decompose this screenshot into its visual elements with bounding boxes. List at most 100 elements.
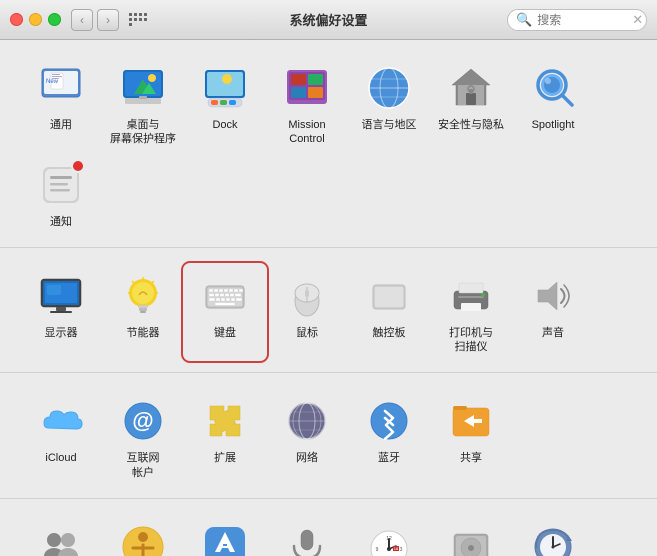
pref-item-sharing[interactable]: 共享 <box>430 389 512 486</box>
icloud-label: iCloud <box>45 451 76 465</box>
section-hardware: 显示器 <box>0 248 657 374</box>
mouse-icon <box>281 270 333 322</box>
minimize-button[interactable] <box>29 13 42 26</box>
svg-text:9: 9 <box>376 547 379 553</box>
printer-label: 打印机与扫描仪 <box>449 326 493 355</box>
pref-item-extensions[interactable]: 扩展 <box>184 389 266 486</box>
sharing-label: 共享 <box>460 451 482 465</box>
trackpad-label: 触控板 <box>373 326 406 340</box>
clear-search-icon[interactable]: ✕ <box>632 12 643 28</box>
window-title: 系统偏好设置 <box>289 10 367 29</box>
nav-buttons: ‹ › <box>71 9 119 31</box>
titlebar: ‹ › 系统偏好设置 🔍 ✕ <box>0 0 657 40</box>
pref-item-dictation[interactable]: 听写与语音 <box>266 515 348 556</box>
language-icon <box>363 62 415 114</box>
pref-item-keyboard[interactable]: 键盘 <box>184 264 266 361</box>
users-icon <box>35 521 87 556</box>
maximize-button[interactable] <box>48 13 61 26</box>
pref-item-users[interactable]: 用户与群组 <box>20 515 102 556</box>
preferences-content: New 通用 <box>0 40 657 556</box>
sound-icon <box>527 270 579 322</box>
parental-icon <box>117 521 169 556</box>
window-controls <box>10 13 61 26</box>
spotlight-label: Spotlight <box>532 118 575 132</box>
dock-icon <box>199 62 251 114</box>
network-icon <box>281 395 333 447</box>
pref-item-security[interactable]: 安全性与隐私 <box>430 56 512 153</box>
pref-item-icloud[interactable]: iCloud <box>20 389 102 486</box>
back-button[interactable]: ‹ <box>71 9 93 31</box>
display-label: 显示器 <box>45 326 78 340</box>
datetime-icon: 12 3 6 9 18 <box>363 521 415 556</box>
search-input[interactable] <box>537 13 627 27</box>
pref-item-timemachine[interactable]: Time Machine <box>512 515 594 556</box>
pref-item-energy[interactable]: 节能器 <box>102 264 184 361</box>
pref-item-internet-accounts[interactable]: @ 互联网帐户 <box>102 389 184 486</box>
pref-item-printer[interactable]: 打印机与扫描仪 <box>430 264 512 361</box>
notification-icon <box>35 159 87 211</box>
pref-item-bluetooth[interactable]: 蓝牙 <box>348 389 430 486</box>
desktop-label: 桌面与屏幕保护程序 <box>110 118 176 147</box>
trackpad-icon <box>363 270 415 322</box>
mouse-label: 鼠标 <box>296 326 318 340</box>
close-button[interactable] <box>10 13 23 26</box>
section-personal: New 通用 <box>0 40 657 248</box>
printer-icon <box>445 270 497 322</box>
grid-view-icon[interactable] <box>129 11 147 29</box>
internet-label: 互联网帐户 <box>127 451 160 480</box>
pref-item-display[interactable]: 显示器 <box>20 264 102 361</box>
pref-item-mouse[interactable]: 鼠标 <box>266 264 348 361</box>
sound-label: 声音 <box>542 326 564 340</box>
general-icon: New <box>35 62 87 114</box>
dock-label: Dock <box>212 118 237 132</box>
security-icon <box>445 62 497 114</box>
bluetooth-label: 蓝牙 <box>378 451 400 465</box>
sharing-icon <box>445 395 497 447</box>
pref-item-mission[interactable]: MissionControl <box>266 56 348 153</box>
pref-item-parental[interactable]: 家长控制 <box>102 515 184 556</box>
svg-text:@: @ <box>132 408 153 433</box>
search-box[interactable]: 🔍 ✕ <box>507 9 647 31</box>
section-system: 用户与群组 家长控制 <box>0 499 657 556</box>
pref-item-general[interactable]: New 通用 <box>20 56 102 153</box>
language-label: 语言与地区 <box>362 118 417 132</box>
pref-item-desktop[interactable]: 桌面与屏幕保护程序 <box>102 56 184 153</box>
extensions-icon <box>199 395 251 447</box>
dictation-icon <box>281 521 333 556</box>
network-label: 网络 <box>296 451 318 465</box>
pref-item-startup[interactable]: 启动磁盘 <box>430 515 512 556</box>
bluetooth-icon <box>363 395 415 447</box>
mission-icon <box>281 62 333 114</box>
startup-icon <box>445 521 497 556</box>
timemachine-icon <box>527 521 579 556</box>
keyboard-icon <box>199 270 251 322</box>
pref-item-datetime[interactable]: 12 3 6 9 18 日期与时间 <box>348 515 430 556</box>
pref-item-language[interactable]: 语言与地区 <box>348 56 430 153</box>
extensions-label: 扩展 <box>214 451 236 465</box>
svg-text:New: New <box>46 79 59 85</box>
pref-item-spotlight[interactable]: Spotlight <box>512 56 594 153</box>
security-label: 安全性与隐私 <box>438 118 504 132</box>
svg-text:3: 3 <box>400 547 403 553</box>
pref-item-sound[interactable]: 声音 <box>512 264 594 361</box>
energy-icon <box>117 270 169 322</box>
spotlight-icon <box>527 62 579 114</box>
forward-button[interactable]: › <box>97 9 119 31</box>
appstore-icon <box>199 521 251 556</box>
pref-item-notification[interactable]: 通知 <box>20 153 102 235</box>
internet-icon: @ <box>117 395 169 447</box>
general-label: 通用 <box>50 118 72 132</box>
notification-label: 通知 <box>50 215 72 229</box>
display-icon <box>35 270 87 322</box>
desktop-icon <box>117 62 169 114</box>
energy-label: 节能器 <box>127 326 160 340</box>
pref-item-appstore[interactable]: App Store <box>184 515 266 556</box>
section-internet: iCloud @ 互联网帐户 扩展 <box>0 373 657 499</box>
icloud-icon <box>35 395 87 447</box>
pref-item-dock[interactable]: Dock <box>184 56 266 153</box>
keyboard-label: 键盘 <box>214 326 236 340</box>
search-icon: 🔍 <box>516 12 532 28</box>
svg-text:18: 18 <box>394 546 399 551</box>
pref-item-network[interactable]: 网络 <box>266 389 348 486</box>
pref-item-trackpad[interactable]: 触控板 <box>348 264 430 361</box>
